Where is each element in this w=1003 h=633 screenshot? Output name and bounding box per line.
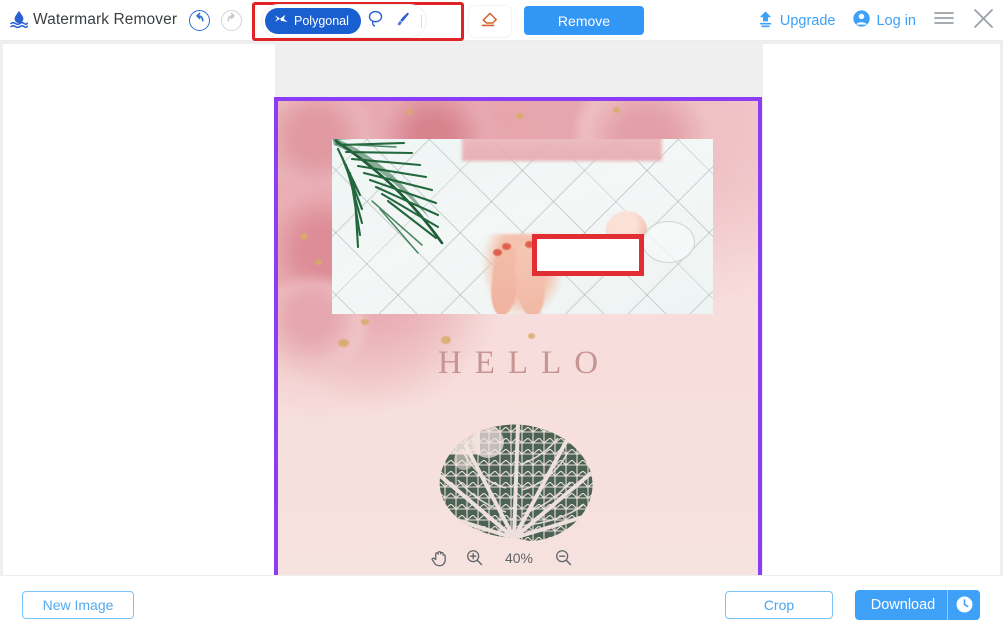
hand-pan-icon[interactable] — [431, 549, 448, 567]
gold-speck — [528, 333, 535, 339]
undo-button[interactable] — [189, 9, 210, 31]
zoom-level: 40% — [504, 549, 534, 566]
editor-workspace: HELLO 40% — [0, 41, 1003, 587]
history-controls — [189, 9, 242, 31]
close-x-icon — [972, 7, 995, 35]
gold-speck — [361, 319, 369, 325]
canvas-side-panel-right — [763, 44, 1000, 576]
redo-arrow-icon — [225, 11, 238, 29]
tool-eraser[interactable] — [468, 5, 512, 38]
new-image-button[interactable]: New Image — [22, 590, 134, 619]
selection-tools-group: Polygonal — [262, 5, 426, 37]
zoom-out-icon[interactable] — [555, 549, 572, 566]
remove-button[interactable]: Remove — [524, 6, 644, 35]
lasso-icon — [367, 10, 384, 33]
close-button[interactable] — [972, 7, 995, 35]
image-canvas[interactable]: HELLO — [274, 97, 762, 587]
download-label: Download — [870, 596, 936, 613]
gold-speck — [441, 336, 451, 344]
undo-arrow-icon — [193, 11, 206, 29]
eraser-icon — [479, 9, 501, 34]
login-button[interactable]: Log in — [852, 9, 916, 32]
crop-button[interactable]: Crop — [725, 590, 833, 619]
gold-speck — [315, 259, 322, 265]
top-right-actions: Upgrade Log in — [756, 0, 995, 41]
nail — [493, 249, 502, 256]
zoom-controls: 40% — [0, 540, 1003, 575]
app-title: Watermark Remover — [33, 11, 178, 28]
marked-watermark-region[interactable] — [532, 234, 644, 276]
brush-icon — [394, 10, 411, 33]
tool-polygonal-label: Polygonal — [294, 14, 349, 28]
gold-speck — [406, 109, 413, 115]
tool-divider — [421, 14, 422, 28]
leaf-print-graphic — [418, 416, 618, 546]
watermark-droplet-icon — [10, 10, 29, 30]
polygon-lasso-icon — [274, 13, 289, 29]
watermark-remover-app: Watermark Remover Polygonal Remove Upgra… — [0, 0, 1003, 633]
gold-speck — [613, 107, 620, 113]
upgrade-label: Upgrade — [779, 12, 836, 29]
hello-text: HELLO — [437, 345, 612, 381]
clock-history-icon[interactable] — [948, 595, 980, 614]
hamburger-menu-icon — [933, 9, 955, 32]
top-toolbar: Watermark Remover Polygonal Remove Upgra… — [0, 0, 1003, 41]
menu-button[interactable] — [933, 9, 955, 32]
glass-dish-object — [642, 221, 695, 263]
tool-brush[interactable] — [390, 7, 415, 35]
overlay-photo — [332, 139, 713, 314]
login-label: Log in — [876, 12, 916, 29]
tool-polygonal[interactable]: Polygonal — [265, 8, 361, 34]
palm-leaf-graphic — [332, 139, 496, 285]
source-photo: HELLO — [278, 101, 758, 583]
tool-lasso[interactable] — [363, 7, 388, 35]
user-circle-icon — [852, 9, 871, 32]
gold-speck — [300, 233, 308, 240]
download-button[interactable]: Download — [855, 589, 980, 620]
zoom-in-icon[interactable] — [466, 549, 483, 566]
redo-button[interactable] — [221, 9, 242, 31]
gold-speck — [516, 113, 524, 119]
bottom-action-bar: New Image Crop Download — [0, 575, 1003, 633]
upload-upgrade-icon — [756, 10, 775, 32]
canvas-side-panel-left — [3, 44, 275, 576]
upgrade-button[interactable]: Upgrade — [756, 10, 836, 32]
nail — [502, 243, 511, 250]
app-brand: Watermark Remover — [0, 10, 185, 30]
